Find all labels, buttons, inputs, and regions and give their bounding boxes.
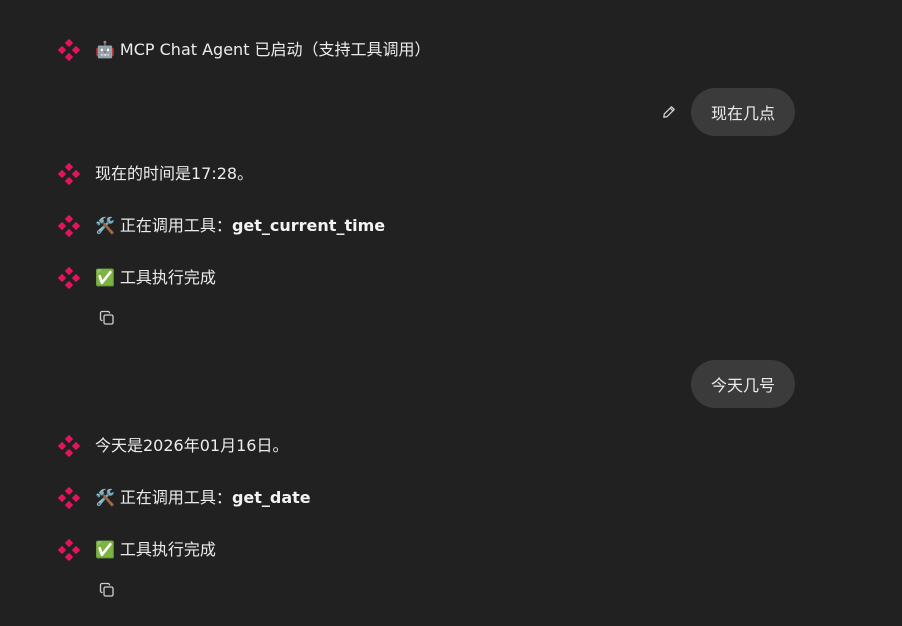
tools-emoji-icon: 🛠️ xyxy=(95,216,115,235)
agent-message: ✅ 工具执行完成 xyxy=(58,537,216,563)
agent-logo-icon xyxy=(58,215,80,237)
user-message-bubble: 现在几点 xyxy=(690,88,795,136)
agent-message: ✅ 工具执行完成 xyxy=(58,265,216,291)
tool-name: get_date xyxy=(231,488,311,507)
robot-emoji-icon: 🤖 xyxy=(95,40,115,59)
check-emoji-icon: ✅ xyxy=(95,268,115,287)
agent-message-text: ✅ 工具执行完成 xyxy=(95,268,216,287)
agent-message-text: 今天是2026年01月16日。 xyxy=(95,436,289,455)
agent-message-text: 现在的时间是17:28。 xyxy=(95,164,254,183)
agent-logo-icon xyxy=(58,163,80,185)
tools-emoji-icon: 🛠️ xyxy=(95,488,115,507)
agent-logo-icon xyxy=(58,435,80,457)
user-message: 今天几号 xyxy=(690,360,795,408)
pencil-icon[interactable] xyxy=(657,100,681,124)
agent-logo-icon xyxy=(58,487,80,509)
copy-icon[interactable] xyxy=(97,580,117,600)
agent-message-text: 🛠️ 正在调用工具：get_date xyxy=(95,488,311,507)
tool-name: get_current_time xyxy=(231,216,386,235)
agent-message: 🤖 MCP Chat Agent 已启动（支持工具调用） xyxy=(58,37,431,63)
agent-message-text: 🛠️ 正在调用工具：get_current_time xyxy=(95,216,386,235)
agent-message: 现在的时间是17:28。 xyxy=(58,161,253,187)
copy-icon[interactable] xyxy=(97,308,117,328)
chat-transcript: 🤖 MCP Chat Agent 已启动（支持工具调用） 现在几点 现在的时间是1… xyxy=(0,0,902,626)
agent-message: 今天是2026年01月16日。 xyxy=(58,433,288,459)
agent-message: 🛠️ 正在调用工具：get_date xyxy=(58,485,311,511)
user-message-bubble: 今天几号 xyxy=(690,360,795,408)
agent-message-text: 🤖 MCP Chat Agent 已启动（支持工具调用） xyxy=(95,40,431,59)
user-message: 现在几点 xyxy=(657,88,795,136)
agent-logo-icon xyxy=(58,539,80,561)
check-emoji-icon: ✅ xyxy=(95,540,115,559)
agent-message: 🛠️ 正在调用工具：get_current_time xyxy=(58,213,385,239)
agent-logo-icon xyxy=(58,267,80,289)
agent-message-text: ✅ 工具执行完成 xyxy=(95,540,216,559)
agent-logo-icon xyxy=(58,39,80,61)
